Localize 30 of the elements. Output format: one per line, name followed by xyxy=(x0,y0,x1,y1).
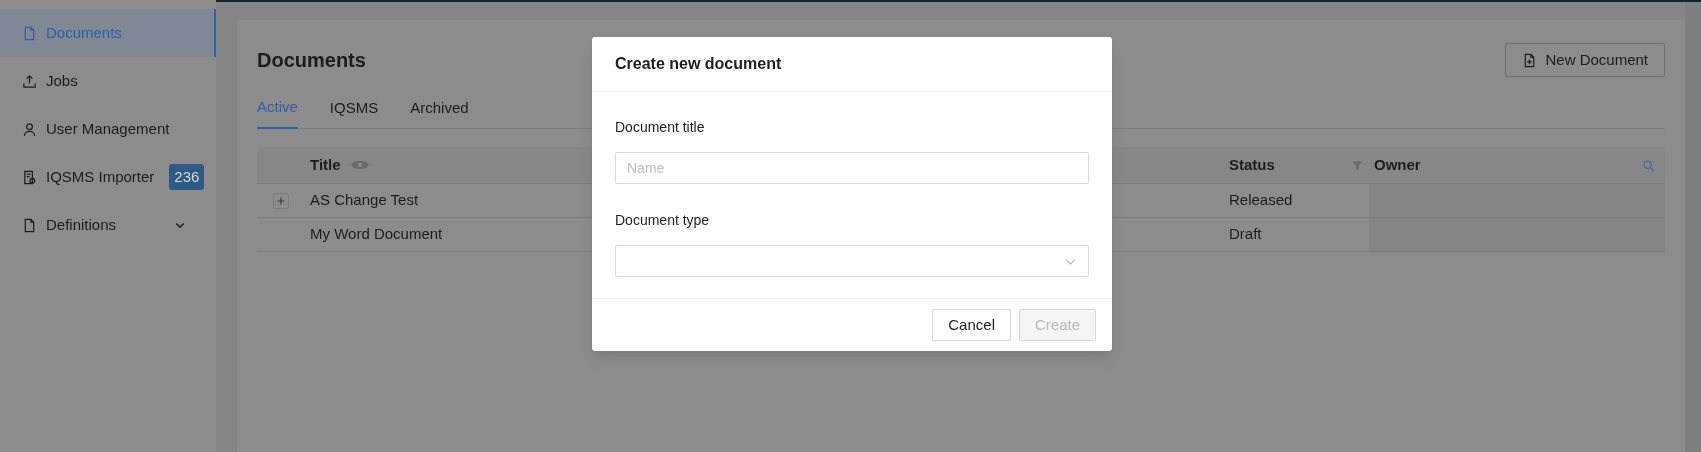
tab[interactable]: Archived xyxy=(410,87,469,129)
count-badge: 236 xyxy=(169,163,205,191)
table-cell-text: AS Change Test xyxy=(310,190,419,211)
input-field[interactable]: Name xyxy=(615,152,1089,184)
table-cell-text: My Word Document xyxy=(310,224,443,245)
dialog-title: Create new document xyxy=(615,54,782,74)
column-header: Owner xyxy=(1374,154,1421,175)
report-icon xyxy=(22,169,37,185)
user-icon xyxy=(22,121,37,137)
column-header: Title xyxy=(310,154,341,175)
document-icon xyxy=(22,25,37,41)
sidebar-item[interactable]: Jobs xyxy=(0,57,216,105)
field-label: Document title xyxy=(615,118,706,137)
expand-button[interactable] xyxy=(273,192,289,209)
sidebar-item[interactable]: User Management xyxy=(0,105,216,153)
sidebar-item[interactable]: Definitions xyxy=(0,201,216,249)
tab[interactable]: IQSMS xyxy=(329,87,379,129)
page-title: Documents xyxy=(257,48,366,73)
sidebar-item[interactable]: IQSMS Importer 236 xyxy=(0,153,216,201)
search-icon xyxy=(1642,158,1655,172)
column-header: Status xyxy=(1229,154,1275,175)
filter-icon xyxy=(1351,158,1364,172)
select-field[interactable] xyxy=(615,245,1089,277)
upload-icon xyxy=(22,73,37,89)
table-cell-text: Released xyxy=(1229,190,1293,211)
table-cell-text: Draft xyxy=(1229,224,1262,245)
new-document-button[interactable]: New Document xyxy=(1505,43,1665,77)
field-label: Document type xyxy=(615,211,711,230)
dialog-button[interactable]: Cancel xyxy=(932,309,1011,341)
document-icon xyxy=(22,217,37,233)
